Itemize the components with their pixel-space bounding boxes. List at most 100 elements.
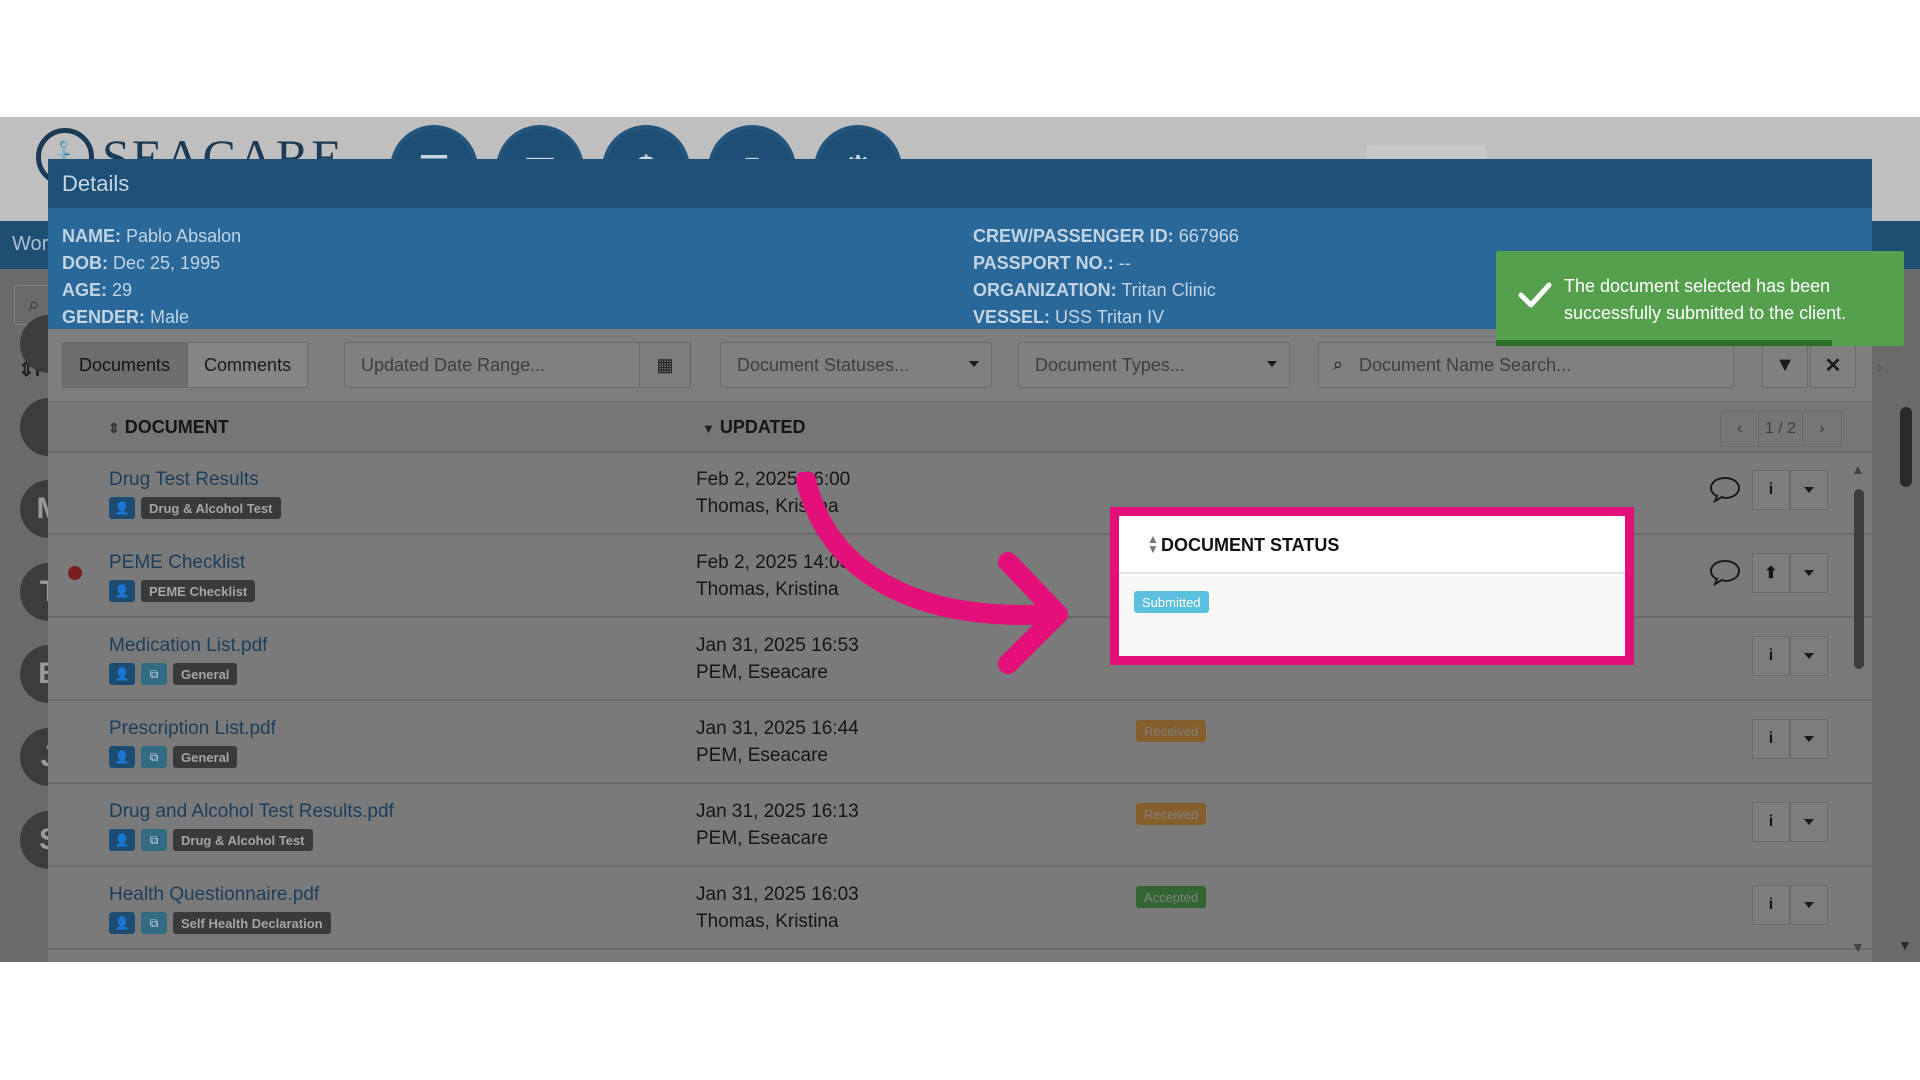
document-name-link[interactable]: Prescription List.pdf: [109, 718, 276, 740]
info-value: Dec 25, 1995: [113, 253, 221, 273]
info-line: AGE: 29: [62, 280, 241, 301]
modal-scroll-up-icon[interactable]: ▲: [1851, 461, 1865, 477]
patient-info-left: NAME: Pablo Absalon DOB: Dec 25, 1995 AGE:…: [62, 226, 241, 328]
row-actions: i: [1752, 885, 1828, 925]
upload-icon[interactable]: ⬆: [1752, 553, 1790, 593]
next-page-button[interactable]: ›: [1803, 412, 1841, 446]
info-label: NAME:: [62, 226, 121, 246]
info-value: Male: [150, 307, 190, 327]
info-value: --: [1118, 253, 1131, 273]
info-icon[interactable]: i: [1752, 719, 1790, 759]
app-next-icon[interactable]: ›: [1876, 357, 1882, 378]
table-row: Prescription List.pdf 👤 ⧉ General Jan 31, 20…: [48, 702, 1872, 784]
row-dropdown-button[interactable]: [1790, 885, 1828, 925]
column-document-label: DOCUMENT: [124, 417, 229, 437]
updated-by: PEM, Eseacare: [696, 745, 828, 766]
document-name-link[interactable]: Health Questionnaire.pdf: [109, 884, 319, 906]
filter-icon[interactable]: ▼: [1762, 342, 1808, 388]
info-label: VESSEL:: [973, 307, 1051, 327]
row-dropdown-button[interactable]: [1790, 719, 1828, 759]
date-range-input[interactable]: Updated Date Range...: [344, 342, 640, 388]
info-label: ORGANIZATION:: [973, 280, 1117, 300]
info-icon[interactable]: i: [1752, 470, 1790, 510]
updated-by: PEM, Eseacare: [696, 828, 828, 849]
page-indicator: 1 / 2: [1759, 412, 1803, 446]
user-icon: 👤: [109, 912, 135, 934]
row-dropdown-button[interactable]: [1790, 636, 1828, 676]
info-value: Pablo Absalon: [126, 226, 242, 246]
copy-icon: ⧉: [141, 829, 167, 851]
sort-icon: ⇕: [108, 420, 120, 436]
highlight-header[interactable]: ▲ ▼ DOCUMENT STATUS: [1119, 516, 1625, 574]
unread-dot-icon: [68, 566, 82, 580]
document-type-tag: Drug & Alcohol Test: [141, 497, 281, 519]
sort-desc-icon: ▼: [702, 421, 715, 436]
document-tags: 👤 Drug & Alcohol Test: [109, 497, 281, 519]
document-name-search[interactable]: ⌕ Document Name Search...: [1318, 342, 1734, 388]
patient-info-right: CREW/PASSENGER ID: 667966 PASSPORT NO.: -…: [973, 226, 1239, 328]
column-document[interactable]: ⇕ DOCUMENT: [108, 417, 229, 438]
info-line: VESSEL: USS Tritan IV: [973, 307, 1239, 328]
status-badge-submitted: Submitted: [1134, 591, 1209, 613]
toast-progress-bar: [1496, 340, 1832, 346]
prev-page-button[interactable]: ‹: [1721, 412, 1759, 446]
document-tags: 👤 ⧉ General: [109, 663, 238, 685]
row-actions: i: [1752, 719, 1828, 759]
info-icon[interactable]: i: [1752, 802, 1790, 842]
app-scroll-down-icon[interactable]: ▼: [1898, 937, 1912, 953]
chevron-down-icon: [1804, 819, 1814, 825]
tab-group: Documents Comments: [62, 342, 309, 388]
chevron-down-icon: [1804, 653, 1814, 659]
column-updated-label: UPDATED: [719, 417, 806, 437]
chevron-down-icon: [969, 361, 979, 367]
document-type-tag: General: [173, 746, 238, 768]
info-icon[interactable]: i: [1752, 885, 1790, 925]
comment-icon[interactable]: [1708, 475, 1742, 503]
document-statuses-select[interactable]: Document Statuses...: [720, 342, 992, 388]
column-updated[interactable]: ▼ UPDATED: [702, 417, 806, 438]
clear-filters-icon[interactable]: ✕: [1810, 342, 1856, 388]
updated-date: Jan 31, 2025 16:03: [696, 884, 859, 905]
calendar-icon[interactable]: ▦: [639, 342, 691, 388]
check-icon: [1518, 282, 1552, 308]
info-label: CREW/PASSENGER ID:: [973, 226, 1174, 246]
document-name-link[interactable]: Drug Test Results: [109, 469, 259, 491]
info-line: ORGANIZATION: Tritan Clinic: [973, 280, 1239, 301]
types-placeholder: Document Types...: [1035, 354, 1185, 375]
modal-scroll-down-icon[interactable]: ▼: [1851, 939, 1865, 955]
status-badge: Accepted: [1136, 886, 1207, 908]
pagination: ‹ 1 / 2 ›: [1720, 411, 1842, 447]
info-label: DOB:: [62, 253, 108, 273]
document-type-tag: Self Health Declaration: [173, 912, 331, 934]
tab-comments[interactable]: Comments: [187, 342, 309, 388]
document-name-link[interactable]: Drug and Alcohol Test Results.pdf: [109, 801, 394, 823]
row-dropdown-button[interactable]: [1790, 553, 1828, 593]
document-name-link[interactable]: PEME Checklist: [109, 552, 245, 574]
modal-scrollbar[interactable]: [1854, 489, 1864, 669]
document-name-link[interactable]: Medication List.pdf: [109, 635, 267, 657]
info-value: 29: [112, 280, 133, 300]
user-icon: 👤: [109, 580, 135, 602]
row-dropdown-button[interactable]: [1790, 802, 1828, 842]
document-type-tag: Drug & Alcohol Test: [173, 829, 313, 851]
document-types-select[interactable]: Document Types...: [1018, 342, 1290, 388]
success-toast[interactable]: The document selected has been successfu…: [1496, 251, 1904, 346]
document-tags: 👤 PEME Checklist: [109, 580, 256, 602]
toast-message: The document selected has been successfu…: [1564, 276, 1847, 323]
tab-documents[interactable]: Documents: [62, 342, 188, 388]
comment-icon[interactable]: [1708, 558, 1742, 586]
table-header: ⇕ DOCUMENT ▼ UPDATED ‹ 1 / 2 ›: [48, 401, 1872, 453]
user-icon: 👤: [109, 746, 135, 768]
app-scrollbar[interactable]: [1900, 407, 1912, 487]
modal-title-bar: Details: [48, 159, 1872, 208]
info-value: USS Tritan IV: [1055, 307, 1165, 327]
highlight-header-label: DOCUMENT STATUS: [1161, 535, 1340, 555]
info-icon[interactable]: i: [1752, 636, 1790, 676]
sort-icon: ▲ ▼: [1147, 532, 1159, 556]
info-line: NAME: Pablo Absalon: [62, 226, 241, 247]
app-nav-label[interactable]: Wor: [12, 233, 48, 256]
page: ⚓ SEACARE ☰ ▦ $ ▮ ⚙ Wor ⌕ ✕ ⇕P › MTBJS ▲…: [0, 0, 1920, 1080]
row-dropdown-button[interactable]: [1790, 470, 1828, 510]
status-badge: Received: [1136, 720, 1207, 742]
info-label: AGE:: [62, 280, 107, 300]
